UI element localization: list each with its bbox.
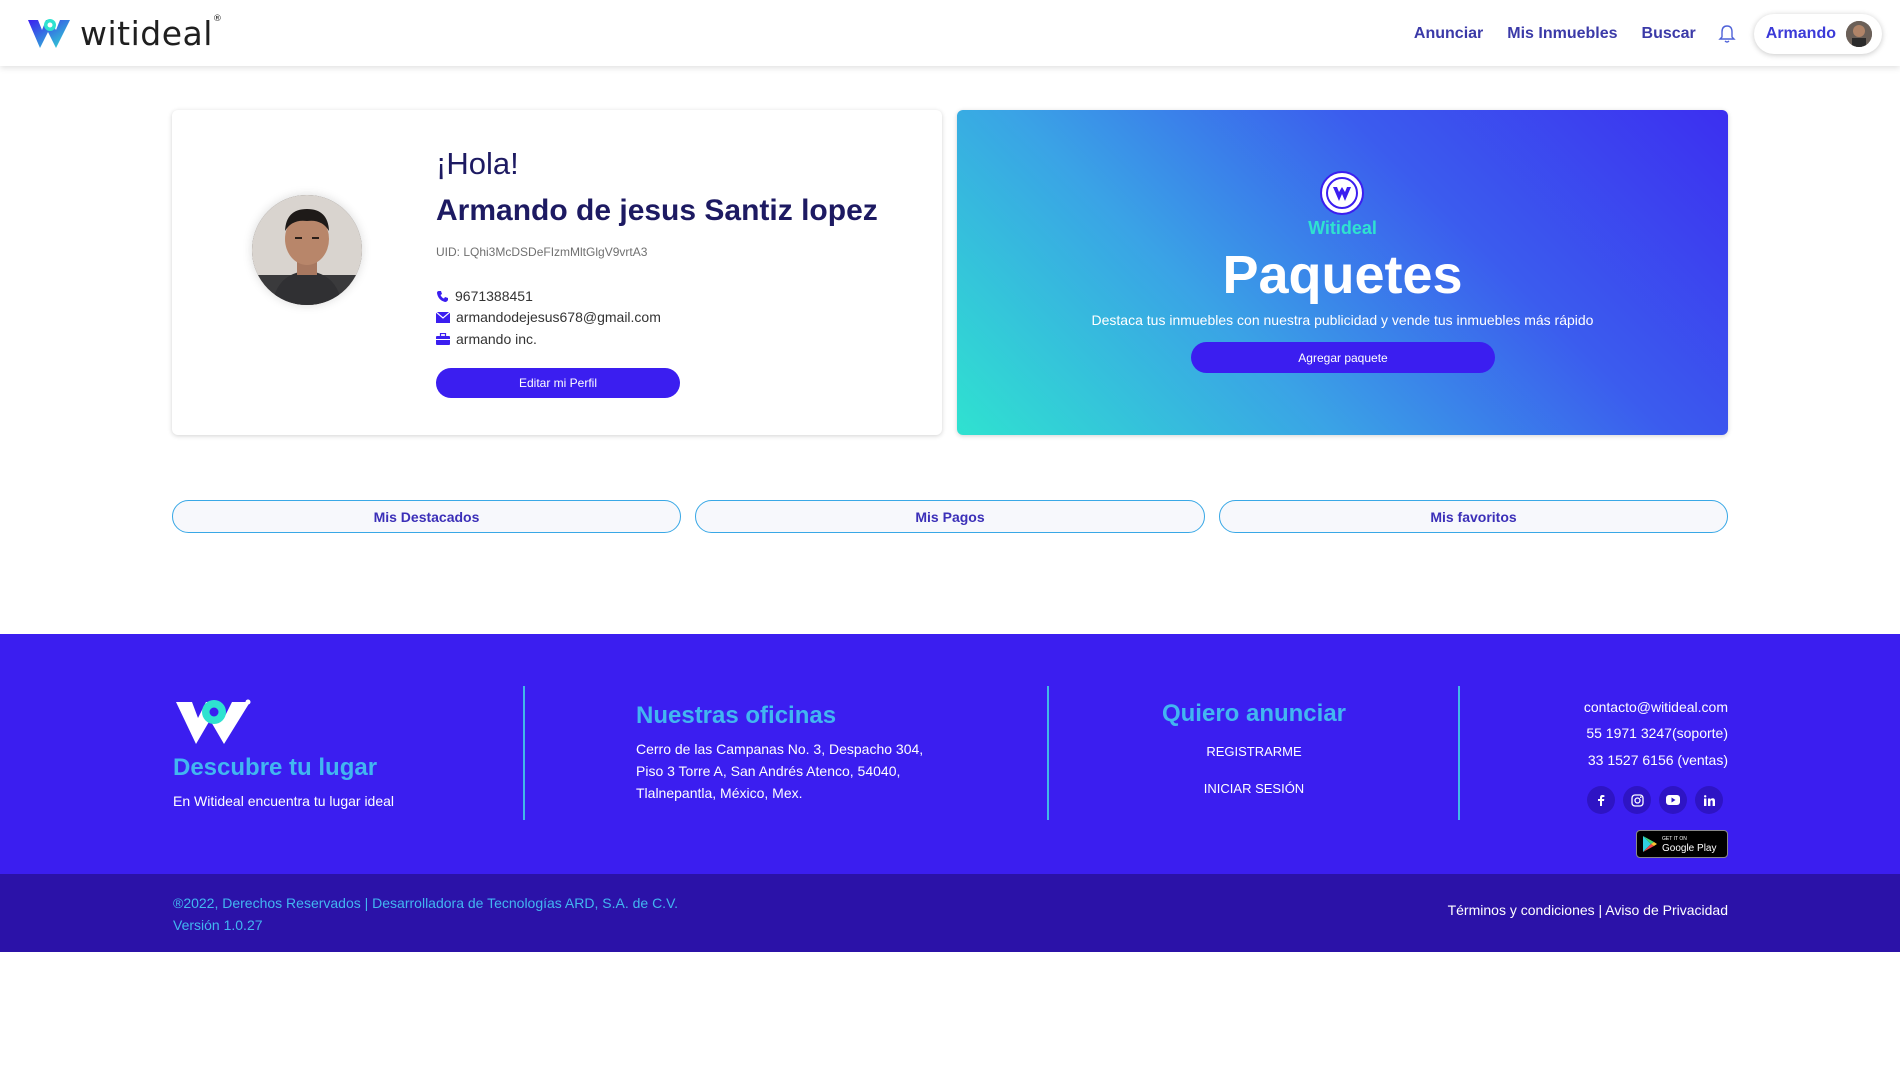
footer-register-link[interactable]: REGISTRARME xyxy=(1100,744,1408,759)
main-nav: Anunciar Mis Inmuebles Buscar Armando xyxy=(1390,14,1882,54)
footer-divider xyxy=(1047,686,1049,820)
mail-icon xyxy=(436,311,450,323)
footer-advertise-title: Quiero anunciar xyxy=(1161,700,1347,727)
packages-description: Destaca tus inmuebles con nuestra public… xyxy=(1091,312,1594,328)
tab-mis-destacados[interactable]: Mis Destacados xyxy=(172,500,681,533)
bell-icon[interactable] xyxy=(1718,24,1736,44)
google-play-badge[interactable]: GET IT ON Google Play xyxy=(1636,830,1728,858)
footer-copyright: ®2022, Derechos Reservados | Desarrollad… xyxy=(173,892,678,936)
add-package-button[interactable]: Agregar paquete xyxy=(1191,342,1495,373)
phone-icon xyxy=(437,290,448,302)
packages-card: Witideal Paquetes Destaca tus inmuebles … xyxy=(957,110,1728,435)
user-name: Armando xyxy=(1765,25,1836,42)
nav-mis-inmuebles[interactable]: Mis Inmuebles xyxy=(1507,25,1617,43)
footer-login-link[interactable]: INICIAR SESIÓN xyxy=(1100,781,1408,796)
google-play-icon xyxy=(1643,836,1657,852)
profile-card: ¡Hola! Armando de jesus Santiz lopez UID… xyxy=(172,110,942,435)
phone-row: 9671388451 xyxy=(436,288,533,304)
profile-photo xyxy=(252,195,362,305)
email-row: armandodejesus678@gmail.com xyxy=(436,309,661,325)
brand-logo[interactable]: witideal® xyxy=(26,14,222,53)
witideal-footer-logo-icon xyxy=(176,699,251,744)
google-play-label: GET IT ON Google Play xyxy=(1662,836,1717,854)
profile-uid: UID: LQhi3McDSDeFIzmMltGlgV9vrtA3 xyxy=(436,245,648,259)
packages-brand: Witideal xyxy=(1308,218,1377,238)
footer-offices-title: Nuestras oficinas xyxy=(636,702,837,729)
footer-divider xyxy=(1458,686,1460,820)
footer-legal-links[interactable]: Términos y condiciones | Aviso de Privac… xyxy=(1448,902,1728,918)
profile-company: armando inc. xyxy=(456,331,537,347)
footer-offices-line-2: Piso 3 Torre A, San Andrés Atenco, 54040… xyxy=(636,763,901,779)
footer-tagline-text: En Witideal encuentra tu lugar ideal xyxy=(173,793,395,809)
tab-mis-pagos[interactable]: Mis Pagos xyxy=(695,500,1205,533)
company-row: armando inc. xyxy=(436,331,537,347)
nav-anunciar[interactable]: Anunciar xyxy=(1414,25,1483,43)
packages-title: Paquetes xyxy=(1222,245,1463,305)
brand-name: witideal® xyxy=(80,14,223,53)
briefcase-icon xyxy=(436,333,450,345)
footer-support-phone: 55 1971 3247(soporte) xyxy=(1586,725,1728,741)
profile-email: armandodejesus678@gmail.com xyxy=(456,309,661,325)
facebook-icon[interactable] xyxy=(1587,786,1615,814)
footer-bottom-bar: ®2022, Derechos Reservados | Desarrollad… xyxy=(0,874,1900,952)
greeting: ¡Hola! xyxy=(436,146,519,181)
instagram-icon[interactable] xyxy=(1623,786,1651,814)
top-navbar: witideal® Anunciar Mis Inmuebles Buscar … xyxy=(0,0,1900,66)
avatar xyxy=(1846,21,1872,47)
linkedin-icon[interactable] xyxy=(1695,786,1723,814)
footer-offices-line-3: Tlalnepantla, México, Mex. xyxy=(636,785,803,801)
footer-offices-line-1: Cerro de las Campanas No. 3, Despacho 30… xyxy=(636,741,924,757)
footer-tagline-title: Descubre tu lugar xyxy=(173,754,378,781)
user-menu-button[interactable]: Armando xyxy=(1753,14,1882,54)
profile-full-name: Armando de jesus Santiz lopez xyxy=(436,194,878,227)
youtube-icon[interactable] xyxy=(1659,786,1687,814)
tab-mis-favoritos[interactable]: Mis favoritos xyxy=(1219,500,1728,533)
copyright-text: ®2022, Derechos Reservados | Desarrollad… xyxy=(173,895,679,911)
footer-contact-email[interactable]: contacto@witideal.com xyxy=(1500,696,1728,718)
nav-buscar[interactable]: Buscar xyxy=(1642,25,1696,43)
footer-divider xyxy=(523,686,525,820)
witideal-badge-icon xyxy=(1320,171,1364,215)
witideal-logo-icon xyxy=(28,18,70,48)
footer-sales-phone: 33 1527 6156 (ventas) xyxy=(1587,752,1728,768)
edit-profile-button[interactable]: Editar mi Perfil xyxy=(436,368,680,398)
footer: Descubre tu lugar En Witideal encuentra … xyxy=(0,634,1900,874)
version-text: Versión 1.0.27 xyxy=(173,917,263,933)
profile-phone: 9671388451 xyxy=(455,288,533,304)
